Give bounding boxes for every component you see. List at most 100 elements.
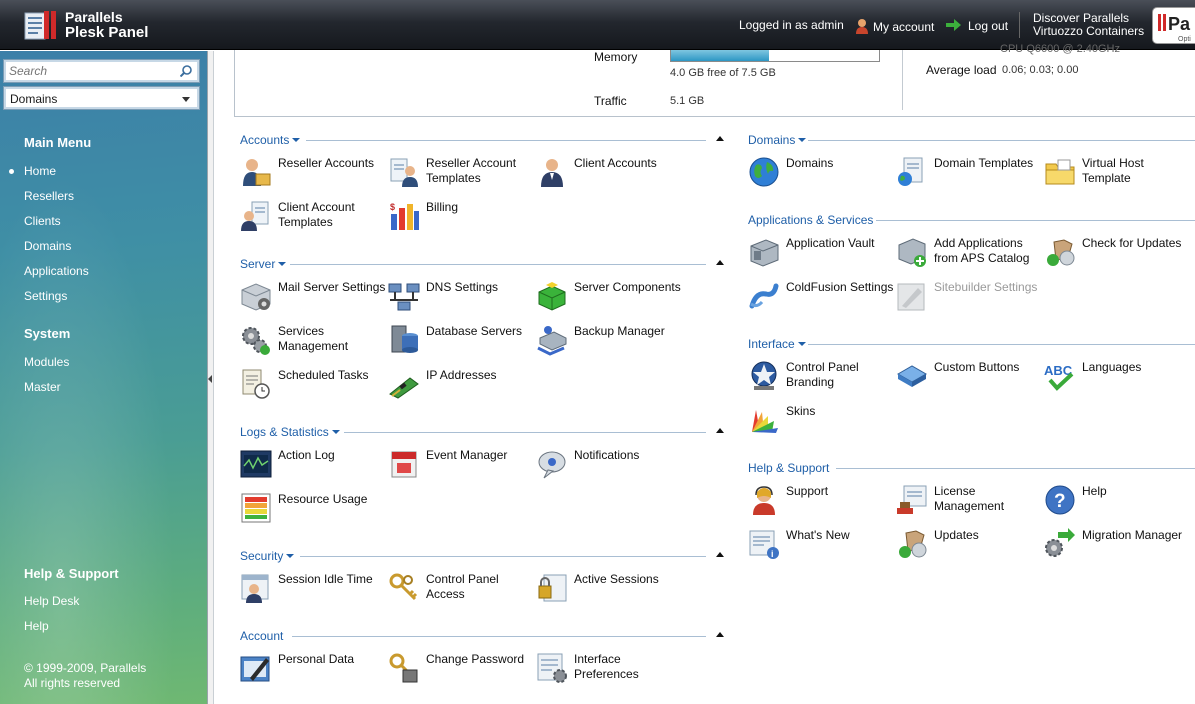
folder-icon (1045, 159, 1075, 185)
search-icon[interactable] (180, 65, 192, 77)
resource-usage-item[interactable]: Resource Usage (240, 492, 385, 532)
sidebar-item-home[interactable]: Home (24, 164, 56, 178)
user-icon (856, 19, 868, 34)
collapse-up-icon[interactable] (716, 632, 724, 637)
whats-new-item[interactable]: i What's New (748, 528, 893, 568)
sidebar-item-modules[interactable]: Modules (24, 355, 69, 369)
chevron-down-icon (286, 554, 295, 558)
section-account-title[interactable]: Account (240, 629, 283, 643)
server-components-item[interactable]: Server Components (536, 280, 681, 320)
domain-select[interactable]: Domains (3, 86, 200, 110)
backup-manager-item[interactable]: Backup Manager (536, 324, 681, 364)
reseller-account-templates-item[interactable]: Reseller Account Templates (388, 156, 533, 196)
add-applications-icon (898, 238, 926, 267)
support-headset-icon (753, 486, 775, 515)
notifications-item[interactable]: Notifications (536, 448, 681, 488)
collapse-arrow-icon[interactable] (208, 375, 212, 383)
chevron-down-icon (182, 97, 190, 102)
control-panel-branding-item[interactable]: Control Panel Branding (748, 360, 893, 400)
change-password-item[interactable]: Change Password (388, 652, 533, 692)
billing-item[interactable]: $ Billing (388, 200, 533, 240)
sidebar-item-master[interactable]: Master (24, 380, 61, 394)
languages-item[interactable]: ABC Languages (1044, 360, 1189, 400)
application-vault-item[interactable]: Application Vault (748, 236, 893, 276)
section-line (290, 264, 706, 265)
reseller-accounts-item[interactable]: Reseller Accounts (240, 156, 385, 196)
log-out-link[interactable]: Log out (946, 18, 1008, 33)
help-question-icon: ? (1045, 485, 1075, 515)
section-interface-title[interactable]: Interface (748, 337, 806, 351)
virtual-host-template-item[interactable]: Virtual Host Template (1044, 156, 1189, 196)
section-interface-header: Interface (748, 337, 1195, 351)
section-domains-title[interactable]: Domains (748, 133, 807, 147)
check-for-updates-item[interactable]: Check for Updates (1044, 236, 1189, 276)
updates-item[interactable]: Updates (896, 528, 1041, 568)
section-server-header: Server (240, 257, 724, 271)
license-management-item[interactable]: License Management (896, 484, 1041, 524)
collapse-up-icon[interactable] (716, 428, 724, 433)
migration-manager-item[interactable]: Migration Manager (1044, 528, 1189, 568)
check-updates-icon (1047, 239, 1075, 266)
parallels-promo-badge[interactable]: Pa Opti (1152, 7, 1195, 44)
brand-title: Parallels Plesk Panel (65, 10, 148, 41)
collapse-up-icon[interactable] (716, 136, 724, 141)
session-idle-time-item[interactable]: Session Idle Time (240, 572, 385, 612)
section-help-title[interactable]: Help & Support (748, 461, 829, 475)
add-applications-item[interactable]: Add Applications from APS Catalog (896, 236, 1041, 276)
languages-abc-icon: ABC (1044, 363, 1074, 391)
section-help-header: Help & Support (748, 461, 1195, 475)
application-vault-icon (750, 239, 779, 267)
custom-buttons-item[interactable]: Custom Buttons (896, 360, 1041, 400)
coldfusion-settings-item[interactable]: ColdFusion Settings (748, 280, 893, 320)
client-account-templates-item[interactable]: Client Account Templates (240, 200, 385, 240)
event-manager-item[interactable]: Event Manager (388, 448, 533, 488)
collapse-up-icon[interactable] (716, 260, 724, 265)
interface-preferences-item[interactable]: Interface Preferences (536, 652, 681, 692)
personal-data-item[interactable]: Personal Data (240, 652, 385, 692)
ip-addresses-item[interactable]: IP Addresses (388, 368, 533, 408)
section-domains-header: Domains (748, 133, 1195, 147)
control-panel-access-item[interactable]: Control Panel Access (388, 572, 533, 612)
section-server-title[interactable]: Server (240, 257, 287, 271)
section-security-title[interactable]: Security (240, 549, 295, 563)
domains-item[interactable]: Domains (748, 156, 893, 196)
sidebar-item-clients[interactable]: Clients (24, 214, 61, 228)
services-management-item[interactable]: Services Management (240, 324, 385, 364)
updates-icon (899, 530, 927, 558)
logged-in-label: Logged in as admin (739, 18, 844, 32)
sidebar-item-resellers[interactable]: Resellers (24, 189, 74, 203)
my-account-label: My account (873, 20, 935, 34)
section-apps-title[interactable]: Applications & Services (748, 213, 873, 227)
skins-item[interactable]: Skins (748, 404, 893, 444)
sidebar-item-domains[interactable]: Domains (24, 239, 71, 253)
scheduled-tasks-item[interactable]: Scheduled Tasks (240, 368, 385, 408)
section-accounts-header: Accounts (240, 133, 724, 147)
parallels-badge-icon: Pa Opti (1158, 14, 1191, 43)
section-accounts-title[interactable]: Accounts (240, 133, 301, 147)
sidebar-item-help-desk[interactable]: Help Desk (24, 594, 79, 608)
discover-parallels-link[interactable]: Discover Parallels Virtuozzo Containers (1033, 12, 1144, 38)
section-apps-header: Applications & Services (748, 213, 1195, 227)
sidebar-splitter[interactable] (207, 51, 214, 704)
database-servers-item[interactable]: Database Servers (388, 324, 533, 364)
event-manager-icon (391, 451, 417, 478)
my-account-link[interactable]: My account (855, 18, 934, 34)
action-log-item[interactable]: Action Log (240, 448, 385, 488)
average-load-value: 0.06; 0.03; 0.00 (1002, 64, 1079, 76)
search-input[interactable] (9, 61, 177, 81)
support-item[interactable]: Support (748, 484, 893, 524)
copyright: © 1999-2009, Parallels All rights reserv… (24, 661, 146, 691)
sidebar-item-help[interactable]: Help (24, 619, 49, 633)
help-item[interactable]: ? Help (1044, 484, 1189, 524)
sidebar-item-applications[interactable]: Applications (24, 264, 89, 278)
sidebar-item-settings[interactable]: Settings (24, 289, 67, 303)
cpu-info: CPU Q6600 @ 2.40GHz (1000, 43, 1120, 55)
section-logs-title[interactable]: Logs & Statistics (240, 425, 340, 439)
client-accounts-item[interactable]: Client Accounts (536, 156, 681, 196)
stats-divider (902, 50, 903, 110)
collapse-up-icon[interactable] (716, 552, 724, 557)
dns-settings-item[interactable]: DNS Settings (388, 280, 533, 320)
mail-server-settings-item[interactable]: Mail Server Settings (240, 280, 385, 320)
active-sessions-item[interactable]: Active Sessions (536, 572, 681, 612)
domain-templates-item[interactable]: Domain Templates (896, 156, 1041, 196)
